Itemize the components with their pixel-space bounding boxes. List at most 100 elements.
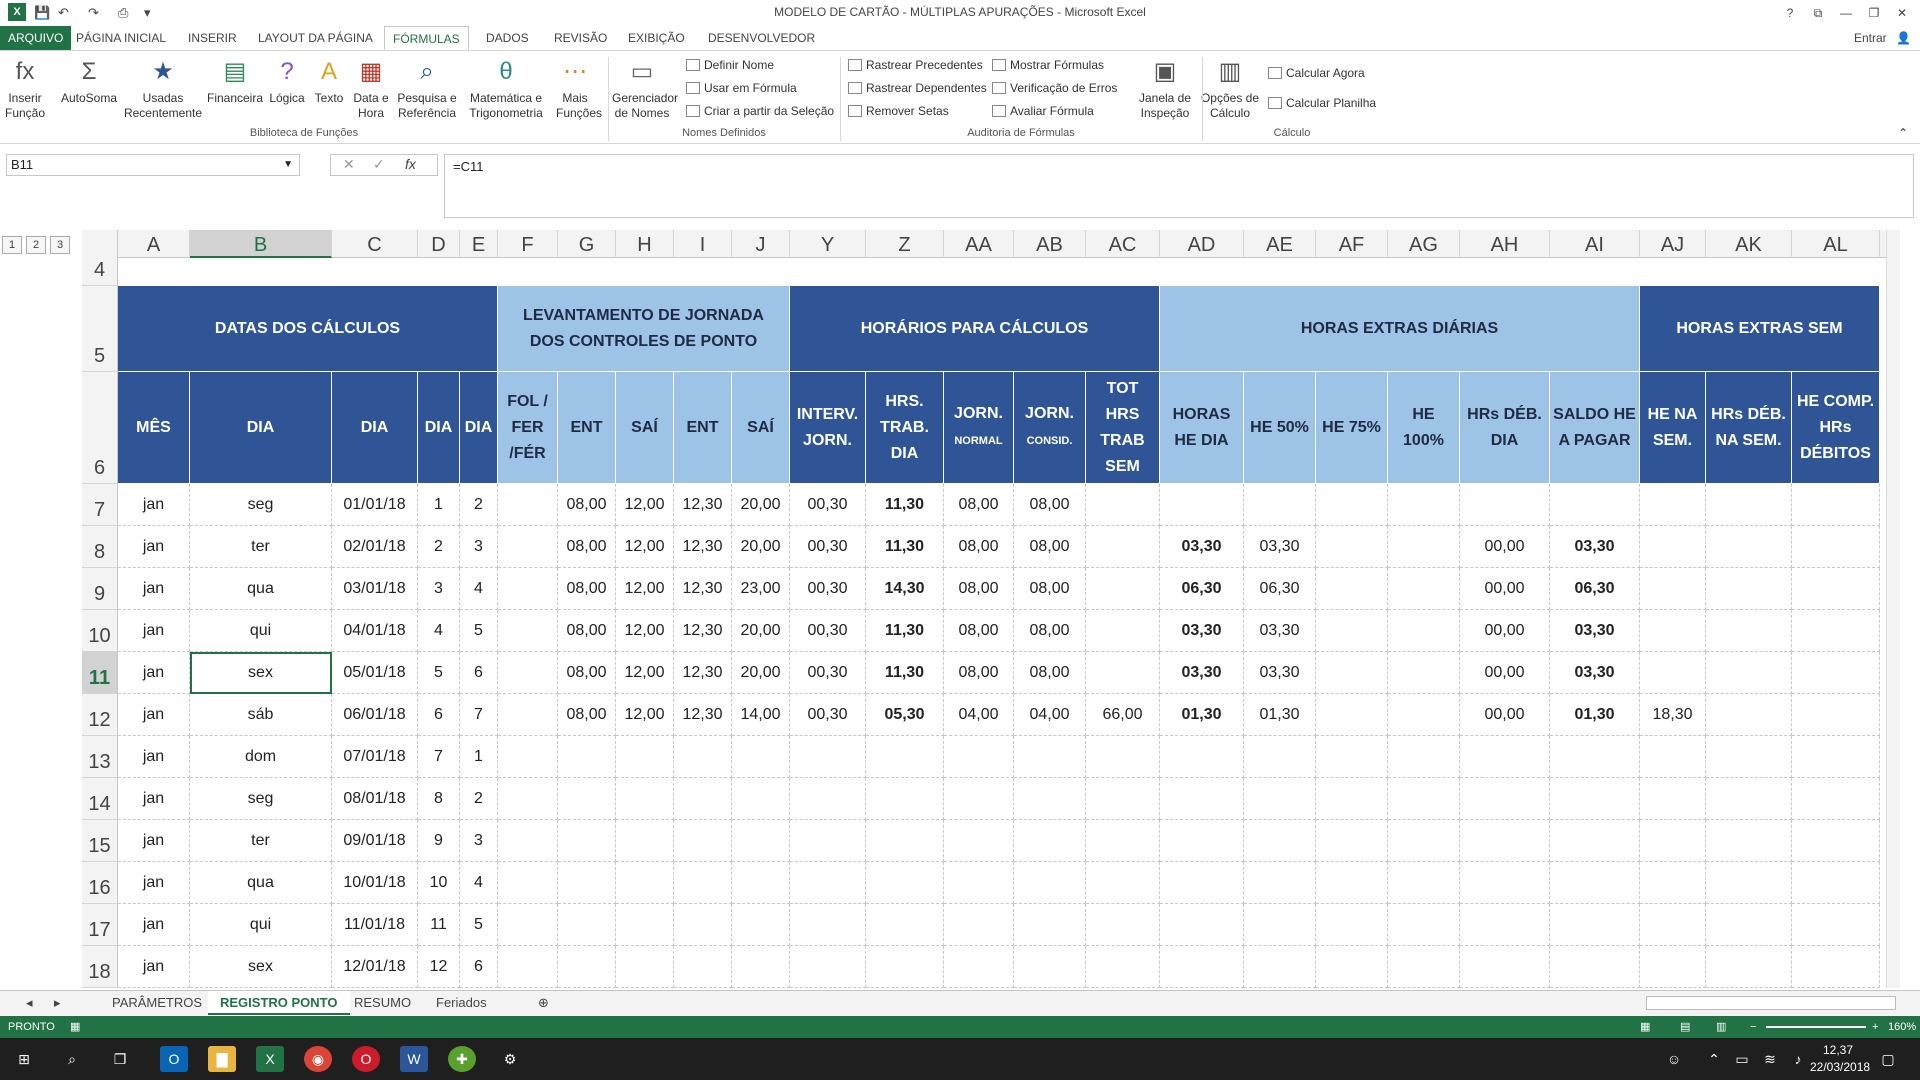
cell[interactable] (1388, 258, 1460, 286)
cell[interactable]: 08,00 (558, 568, 616, 610)
tab-7[interactable]: EXIBIÇÃO (620, 26, 693, 50)
cell[interactable] (866, 820, 944, 862)
macro-record-icon[interactable]: ▦ (70, 1016, 80, 1038)
cell[interactable]: 09/01/18 (332, 820, 418, 862)
cell[interactable] (1086, 652, 1160, 694)
cell[interactable] (790, 820, 866, 862)
cell[interactable] (1640, 610, 1706, 652)
cell[interactable]: 1 (460, 736, 498, 778)
cell[interactable]: jan (118, 484, 190, 526)
search-icon[interactable]: ⌕ (58, 1046, 86, 1072)
column-header-H[interactable]: H (616, 230, 674, 258)
row-header-14[interactable]: 14 (82, 778, 118, 820)
cell[interactable] (498, 694, 558, 736)
cell[interactable] (1086, 610, 1160, 652)
cell[interactable] (1244, 820, 1316, 862)
cell[interactable] (866, 778, 944, 820)
app-plus-icon[interactable]: ✚ (448, 1046, 476, 1072)
cell[interactable] (1388, 652, 1460, 694)
formula-input[interactable]: =C11 (444, 154, 1914, 218)
row-header-13[interactable]: 13 (82, 736, 118, 778)
cell[interactable]: 12,30 (674, 652, 732, 694)
cell[interactable] (1086, 526, 1160, 568)
cell[interactable] (1792, 946, 1880, 988)
ribbon-button-2[interactable]: ★ Usadas Recentemente (118, 55, 208, 121)
ribbon-small-1[interactable]: Usar em Fórmula (686, 80, 797, 96)
cell[interactable] (1460, 778, 1550, 820)
scroll-right-icon[interactable]: ▸ (42, 991, 73, 1015)
notifications-icon[interactable]: ▢ (1874, 1046, 1902, 1072)
cell[interactable] (1316, 904, 1388, 946)
ribbon-button-1[interactable]: Σ AutoSoma (58, 55, 120, 106)
cell[interactable] (1460, 484, 1550, 526)
cell[interactable]: jan (118, 736, 190, 778)
cell[interactable]: 4 (460, 568, 498, 610)
cell[interactable]: 08,00 (558, 526, 616, 568)
cell[interactable]: 12,00 (616, 652, 674, 694)
collapse-ribbon-icon[interactable]: ⌃ (1898, 125, 1908, 141)
cell[interactable]: 11,30 (866, 652, 944, 694)
cell[interactable] (558, 778, 616, 820)
cell[interactable]: jan (118, 904, 190, 946)
cell[interactable]: 12,30 (674, 694, 732, 736)
row-header-10[interactable]: 10 (82, 610, 118, 652)
cell[interactable] (558, 904, 616, 946)
cell[interactable]: 11/01/18 (332, 904, 418, 946)
cell[interactable] (944, 946, 1014, 988)
cell[interactable] (616, 862, 674, 904)
cell[interactable] (732, 862, 790, 904)
cell[interactable] (1550, 904, 1640, 946)
cell[interactable]: 06,30 (1550, 568, 1640, 610)
cell[interactable] (558, 736, 616, 778)
cell[interactable]: 20,00 (732, 652, 790, 694)
row-header-17[interactable]: 17 (82, 904, 118, 946)
cell[interactable] (1460, 258, 1550, 286)
cell[interactable]: 5 (460, 610, 498, 652)
ribbon-small-4[interactable]: Rastrear Dependentes (848, 80, 987, 96)
column-header-AH[interactable]: AH (1460, 230, 1550, 258)
cell[interactable] (1014, 778, 1086, 820)
cell[interactable] (866, 946, 944, 988)
cell[interactable]: 05/01/18 (332, 652, 418, 694)
cell[interactable] (1388, 526, 1460, 568)
cell[interactable]: 00,30 (790, 526, 866, 568)
cell[interactable] (498, 610, 558, 652)
cell[interactable]: 12,30 (674, 568, 732, 610)
cell[interactable] (1460, 904, 1550, 946)
cell[interactable] (674, 862, 732, 904)
cell[interactable] (1706, 778, 1792, 820)
cell[interactable] (1792, 568, 1880, 610)
cell[interactable]: 12,00 (616, 610, 674, 652)
ribbon-display-icon[interactable]: ⧉ (1804, 2, 1832, 24)
cell[interactable]: 08,00 (944, 484, 1014, 526)
cell[interactable] (1706, 610, 1792, 652)
cell[interactable] (1460, 946, 1550, 988)
page-layout-icon[interactable]: ▤ (1680, 1016, 1690, 1038)
row-header-18[interactable]: 18 (82, 946, 118, 988)
cell[interactable] (1160, 484, 1244, 526)
ribbon-small-10[interactable]: Calcular Planilha (1268, 95, 1376, 111)
cell[interactable] (1706, 652, 1792, 694)
cell[interactable]: ter (190, 820, 332, 862)
cell[interactable] (1014, 904, 1086, 946)
cell[interactable] (1640, 568, 1706, 610)
cell[interactable] (944, 778, 1014, 820)
cell[interactable]: 04,00 (1014, 694, 1086, 736)
ribbon-button-5[interactable]: A Texto (312, 55, 346, 106)
tab-2[interactable]: INSERIR (180, 26, 245, 50)
cell[interactable] (1316, 736, 1388, 778)
cell[interactable]: 00,00 (1460, 568, 1550, 610)
column-header-AE[interactable]: AE (1244, 230, 1316, 258)
cell[interactable] (1014, 946, 1086, 988)
cell[interactable] (790, 904, 866, 946)
cell[interactable]: qui (190, 904, 332, 946)
cell[interactable] (1244, 258, 1316, 286)
cell[interactable] (790, 946, 866, 988)
cell[interactable]: 06,30 (1244, 568, 1316, 610)
cell[interactable] (1316, 652, 1388, 694)
ribbon-button-9[interactable]: ⋯ Mais Funções (556, 55, 602, 121)
cell[interactable] (616, 258, 674, 286)
ribbon-button-8[interactable]: θ Matemática e Trigonometria (464, 55, 548, 121)
cell[interactable]: 08,00 (1014, 484, 1086, 526)
cell[interactable] (1706, 484, 1792, 526)
